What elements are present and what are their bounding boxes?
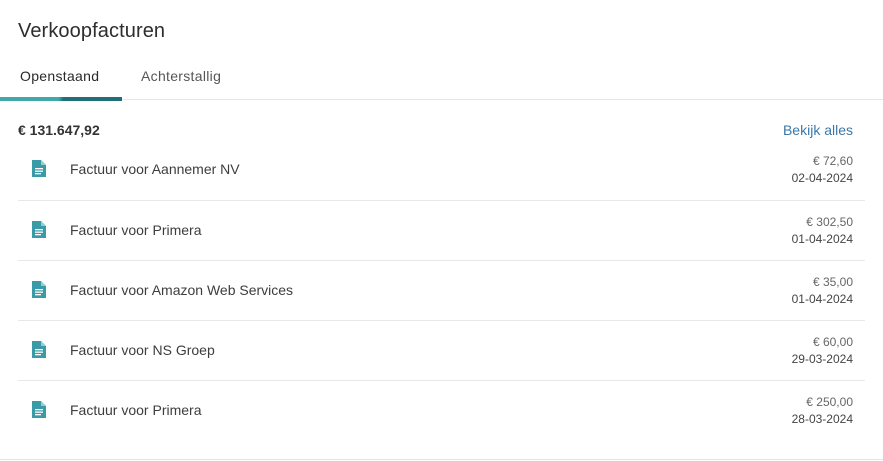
sales-invoices-widget: Verkoopfacturen Openstaand Achterstallig… xyxy=(0,0,883,461)
document-icon xyxy=(32,401,46,418)
list-item[interactable]: Factuur voor NS Groep € 60,00 29-03-2024 xyxy=(18,321,865,381)
invoice-list: Factuur voor Aannemer NV € 72,60 02-04-2… xyxy=(18,140,865,441)
view-all-link[interactable]: Bekijk alles xyxy=(783,122,853,138)
invoice-date: 28-03-2024 xyxy=(791,412,853,426)
document-icon xyxy=(32,160,46,177)
invoice-amount: € 250,00 xyxy=(806,395,853,409)
list-item[interactable]: Factuur voor Aannemer NV € 72,60 02-04-2… xyxy=(18,140,865,201)
widget-bottom-divider xyxy=(0,459,883,460)
active-tab-indicator xyxy=(0,97,122,101)
tab-achterstallig[interactable]: Achterstallig xyxy=(141,68,221,84)
invoice-label: Factuur voor Aannemer NV xyxy=(70,161,240,177)
document-icon xyxy=(32,341,46,358)
invoice-date: 01-04-2024 xyxy=(791,232,853,246)
total-amount: € 131.647,92 xyxy=(18,122,100,138)
invoice-date: 29-03-2024 xyxy=(791,352,853,366)
invoice-label: Factuur voor Primera xyxy=(70,222,202,238)
list-item[interactable]: Factuur voor Primera € 250,00 28-03-2024 xyxy=(18,381,865,441)
widget-title: Verkoopfacturen xyxy=(18,20,166,42)
tab-openstaand[interactable]: Openstaand xyxy=(20,68,99,84)
invoice-date: 02-04-2024 xyxy=(791,171,853,185)
list-item[interactable]: Factuur voor Amazon Web Services € 35,00… xyxy=(18,261,865,321)
invoice-amount: € 60,00 xyxy=(812,335,853,349)
list-item[interactable]: Factuur voor Primera € 302,50 01-04-2024 xyxy=(18,201,865,261)
invoice-amount: € 302,50 xyxy=(806,215,853,229)
document-icon xyxy=(32,221,46,238)
invoice-label: Factuur voor Amazon Web Services xyxy=(70,282,294,298)
invoice-label: Factuur voor Primera xyxy=(70,402,202,418)
invoice-amount: € 35,00 xyxy=(812,275,853,289)
tab-bar: Openstaand Achterstallig xyxy=(0,60,883,101)
invoice-label: Factuur voor NS Groep xyxy=(70,342,215,358)
document-icon xyxy=(32,281,46,298)
invoice-date: 01-04-2024 xyxy=(791,292,853,306)
invoice-amount: € 72,60 xyxy=(812,154,853,168)
